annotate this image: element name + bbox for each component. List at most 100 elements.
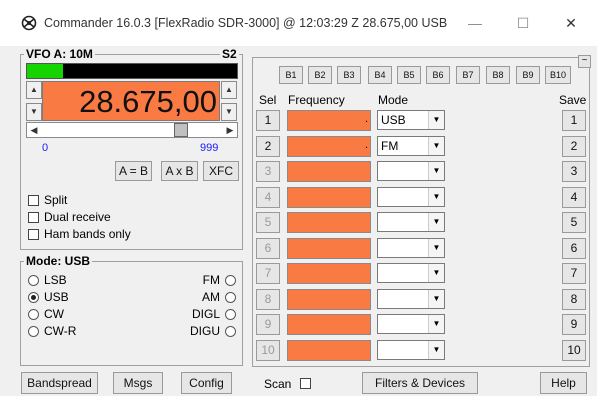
chevron-down-icon[interactable]: ▼ bbox=[428, 264, 444, 282]
radio-fm[interactable] bbox=[225, 275, 236, 286]
slider-thumb[interactable] bbox=[174, 123, 188, 137]
bank-button-b5[interactable]: B5 bbox=[397, 66, 421, 84]
radio-usb[interactable] bbox=[28, 292, 39, 303]
dual-receive-checkbox[interactable] bbox=[28, 212, 39, 223]
frequency-display[interactable]: 28.675,00 bbox=[42, 81, 220, 121]
freq-up-left-button[interactable]: ▲ bbox=[26, 81, 42, 99]
memory-frequency-field[interactable] bbox=[287, 314, 371, 335]
radio-cw[interactable] bbox=[28, 309, 39, 320]
save-memory-button[interactable]: 5 bbox=[562, 212, 586, 233]
select-memory-button[interactable]: 7 bbox=[256, 263, 280, 284]
memory-mode-select[interactable]: ▼ bbox=[377, 161, 445, 181]
radio-lsb[interactable] bbox=[28, 275, 39, 286]
help-button[interactable]: Help bbox=[540, 372, 587, 394]
memory-frequency-field[interactable]: . bbox=[287, 110, 371, 131]
save-memory-button[interactable]: 4 bbox=[562, 186, 586, 208]
memory-mode-select[interactable]: FM ▼ bbox=[377, 135, 445, 156]
bank-button-b4[interactable]: B4 bbox=[368, 66, 392, 84]
bank-button-b3[interactable]: B3 bbox=[337, 66, 361, 84]
chevron-down-icon[interactable]: ▼ bbox=[428, 315, 444, 333]
filters-devices-button[interactable]: Filters & Devices bbox=[362, 372, 478, 394]
signal-meter bbox=[26, 63, 238, 79]
select-memory-button[interactable]: 10 bbox=[256, 339, 280, 361]
memory-mode-select[interactable]: ▼ bbox=[377, 237, 445, 258]
chevron-down-icon[interactable]: ▼ bbox=[428, 340, 444, 359]
bank-button-b7[interactable]: B7 bbox=[456, 66, 480, 84]
scan-checkbox[interactable] bbox=[300, 378, 311, 389]
radio-am[interactable] bbox=[225, 292, 236, 303]
bank-button-b6[interactable]: B6 bbox=[426, 66, 450, 84]
radio-cw-r[interactable] bbox=[28, 326, 39, 337]
memory-frequency-field[interactable] bbox=[287, 186, 371, 208]
freq-up-right-button[interactable]: ▲ bbox=[221, 81, 237, 99]
save-memory-button[interactable]: 10 bbox=[562, 339, 586, 361]
a-swap-b-button[interactable]: A x B bbox=[161, 161, 198, 181]
select-memory-button[interactable]: 2 bbox=[256, 135, 280, 157]
close-button[interactable]: ✕ bbox=[551, 12, 591, 34]
memory-frequency-field[interactable] bbox=[287, 339, 371, 361]
memory-frequency-field[interactable] bbox=[287, 288, 371, 310]
config-button[interactable]: Config bbox=[181, 372, 232, 394]
memory-frequency-field[interactable] bbox=[287, 263, 371, 284]
save-memory-button[interactable]: 7 bbox=[562, 263, 586, 284]
tuning-slider[interactable]: ◀ ▶ bbox=[26, 122, 238, 138]
memory-mode-select[interactable]: ▼ bbox=[377, 212, 445, 232]
bank-button-b9[interactable]: B9 bbox=[516, 66, 540, 84]
memory-mode-select[interactable]: ▼ bbox=[377, 314, 445, 334]
select-memory-button[interactable]: 6 bbox=[256, 237, 280, 259]
slider-left-arrow-icon[interactable]: ◀ bbox=[27, 123, 41, 137]
save-memory-button[interactable]: 1 bbox=[562, 110, 586, 131]
select-memory-button[interactable]: 1 bbox=[256, 110, 280, 131]
memory-mode-select[interactable]: ▼ bbox=[377, 288, 445, 309]
select-memory-button[interactable]: 8 bbox=[256, 288, 280, 310]
chevron-down-icon[interactable]: ▼ bbox=[428, 213, 444, 231]
save-memory-button[interactable]: 6 bbox=[562, 237, 586, 259]
bank-button-b8[interactable]: B8 bbox=[486, 66, 510, 84]
memory-mode-select[interactable]: ▼ bbox=[377, 339, 445, 360]
save-memory-button[interactable]: 3 bbox=[562, 161, 586, 182]
bandspread-button[interactable]: Bandspread bbox=[21, 372, 98, 394]
slider-right-arrow-icon[interactable]: ▶ bbox=[223, 123, 237, 137]
memory-mode-select[interactable]: ▼ bbox=[377, 263, 445, 283]
memory-mode-select[interactable]: ▼ bbox=[377, 186, 445, 207]
bank-button-b1[interactable]: B1 bbox=[279, 66, 303, 84]
memory-frequency-field[interactable] bbox=[287, 212, 371, 233]
memory-frequency-field[interactable]: . bbox=[287, 135, 371, 157]
split-checkbox[interactable] bbox=[28, 195, 39, 206]
chevron-down-icon[interactable]: ▼ bbox=[428, 289, 444, 308]
maximize-button[interactable]: ☐ bbox=[503, 12, 543, 34]
select-memory-button[interactable]: 3 bbox=[256, 161, 280, 182]
minimize-button[interactable]: — bbox=[455, 12, 495, 34]
window-title: Commander 16.0.3 [FlexRadio SDR-3000] @ … bbox=[44, 16, 448, 30]
save-memory-button[interactable]: 2 bbox=[562, 135, 586, 157]
header-frequency: Frequency bbox=[288, 93, 345, 107]
chevron-down-icon[interactable]: ▼ bbox=[428, 187, 444, 206]
chevron-down-icon[interactable]: ▼ bbox=[428, 238, 444, 257]
select-memory-button[interactable]: 5 bbox=[256, 212, 280, 233]
msgs-button[interactable]: Msgs bbox=[113, 372, 163, 394]
chevron-down-icon[interactable]: ▼ bbox=[428, 136, 444, 155]
memory-frequency-value: . bbox=[364, 113, 368, 125]
ham-bands-only-checkbox[interactable] bbox=[28, 229, 39, 240]
save-memory-button[interactable]: 9 bbox=[562, 314, 586, 335]
radio-cw-label: CW bbox=[44, 307, 64, 321]
chevron-down-icon[interactable]: ▼ bbox=[428, 111, 444, 129]
memory-frequency-field[interactable] bbox=[287, 161, 371, 182]
bank-button-b10[interactable]: B10 bbox=[545, 66, 571, 84]
radio-usb-label: USB bbox=[44, 290, 69, 304]
freq-down-right-button[interactable]: ▼ bbox=[221, 103, 237, 121]
radio-digu[interactable] bbox=[225, 326, 236, 337]
radio-cw-r-label: CW-R bbox=[44, 324, 77, 338]
memory-frequency-field[interactable] bbox=[287, 237, 371, 259]
chevron-down-icon[interactable]: ▼ bbox=[428, 162, 444, 180]
select-memory-button[interactable]: 4 bbox=[256, 186, 280, 208]
bank-button-b2[interactable]: B2 bbox=[308, 66, 332, 84]
radio-digl[interactable] bbox=[225, 309, 236, 320]
collapse-button[interactable]: ~ bbox=[578, 55, 591, 68]
save-memory-button[interactable]: 8 bbox=[562, 288, 586, 310]
a-equals-b-button[interactable]: A = B bbox=[115, 161, 152, 181]
freq-down-left-button[interactable]: ▼ bbox=[26, 103, 42, 121]
select-memory-button[interactable]: 9 bbox=[256, 314, 280, 335]
memory-mode-select[interactable]: USB ▼ bbox=[377, 110, 445, 130]
xfc-button[interactable]: XFC bbox=[203, 161, 239, 181]
